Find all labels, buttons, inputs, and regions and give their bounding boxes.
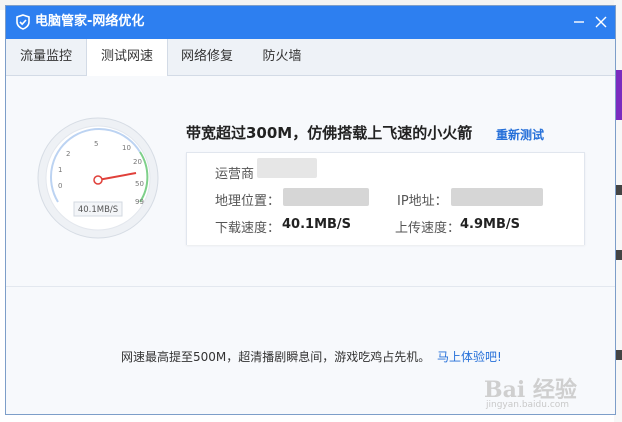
gauge-tick-label: 2: [66, 150, 70, 158]
gauge-readout: 40.1MB/S: [78, 205, 118, 215]
gauge-tick-label: 1: [58, 166, 62, 174]
tab-network-repair[interactable]: 网络修复: [167, 39, 247, 75]
ip-value-redacted: [451, 188, 543, 206]
gauge-tick-label: 50: [135, 180, 144, 188]
speed-test-panel: 0 1 2 5 10 20 50 99 40.1MB/S 带宽超过300M，仿佛…: [6, 76, 615, 414]
tab-label: 防火墙: [262, 49, 302, 64]
background-mark: [615, 350, 622, 360]
result-info-card: 运营商 地理位置： IP地址： 下载速度： 40.1MB/S 上传速度： 4.9…: [186, 152, 585, 245]
isp-value-redacted: [257, 158, 317, 178]
tab-bar: 流量监控 测试网速 网络修复 防火墙: [6, 39, 615, 76]
upload-label: 上传速度：: [395, 221, 461, 236]
download-label: 下载速度：: [215, 221, 281, 236]
gauge-tick-label: 99: [135, 198, 144, 206]
gauge-tick-label: 5: [94, 140, 98, 148]
location-label: 地理位置：: [215, 194, 281, 209]
gauge-tick-label: 10: [122, 144, 131, 152]
close-button[interactable]: [591, 12, 611, 32]
speed-gauge: 0 1 2 5 10 20 50 99 40.1MB/S: [37, 117, 159, 239]
background-accent: [616, 70, 622, 120]
location-value-redacted: [283, 188, 369, 206]
tab-label: 流量监控: [19, 49, 72, 64]
retest-link[interactable]: 重新测试: [496, 126, 544, 143]
minimize-button[interactable]: [569, 12, 589, 32]
tab-speed-test[interactable]: 测试网速: [86, 39, 168, 76]
download-value: 40.1MB/S: [282, 217, 352, 232]
gauge-needle-hub: [93, 175, 103, 185]
promo-text: 网速最高提至500M，超清播剧瞬息间，游戏吃鸡占先机。: [121, 350, 431, 364]
minimize-icon: [574, 21, 584, 23]
tab-label: 网络修复: [180, 49, 233, 64]
section-divider: [6, 286, 615, 287]
background-mark: [615, 185, 622, 195]
tab-label: 测试网速: [100, 49, 153, 64]
promo-link[interactable]: 马上体验吧!: [437, 348, 502, 365]
gauge-tick-label: 20: [133, 158, 142, 166]
isp-label: 运营商: [215, 167, 255, 182]
result-headline: 带宽超过300M，仿佛搭载上飞速的小火箭: [186, 124, 473, 142]
title-bar[interactable]: 电脑管家-网络优化: [6, 6, 615, 39]
watermark-sub: jingyan.baidu.com: [486, 400, 570, 410]
background-mark: [615, 250, 622, 260]
gauge-tick-label: 0: [58, 182, 62, 190]
tab-firewall[interactable]: 防火墙: [247, 39, 317, 75]
tab-traffic-monitor[interactable]: 流量监控: [6, 39, 86, 75]
watermark: Bai 经验 jingyan.baidu.com: [484, 372, 594, 412]
pc-manager-logo-icon: [16, 14, 30, 30]
window-title: 电脑管家-网络优化: [35, 14, 145, 29]
upload-value: 4.9MB/S: [460, 217, 520, 232]
ip-label: IP地址：: [397, 194, 448, 209]
network-optimization-window: 电脑管家-网络优化 流量监控 测试网速 网络修复 防火墙 0 1 2 5 10 …: [5, 5, 616, 415]
close-icon: [595, 16, 607, 28]
